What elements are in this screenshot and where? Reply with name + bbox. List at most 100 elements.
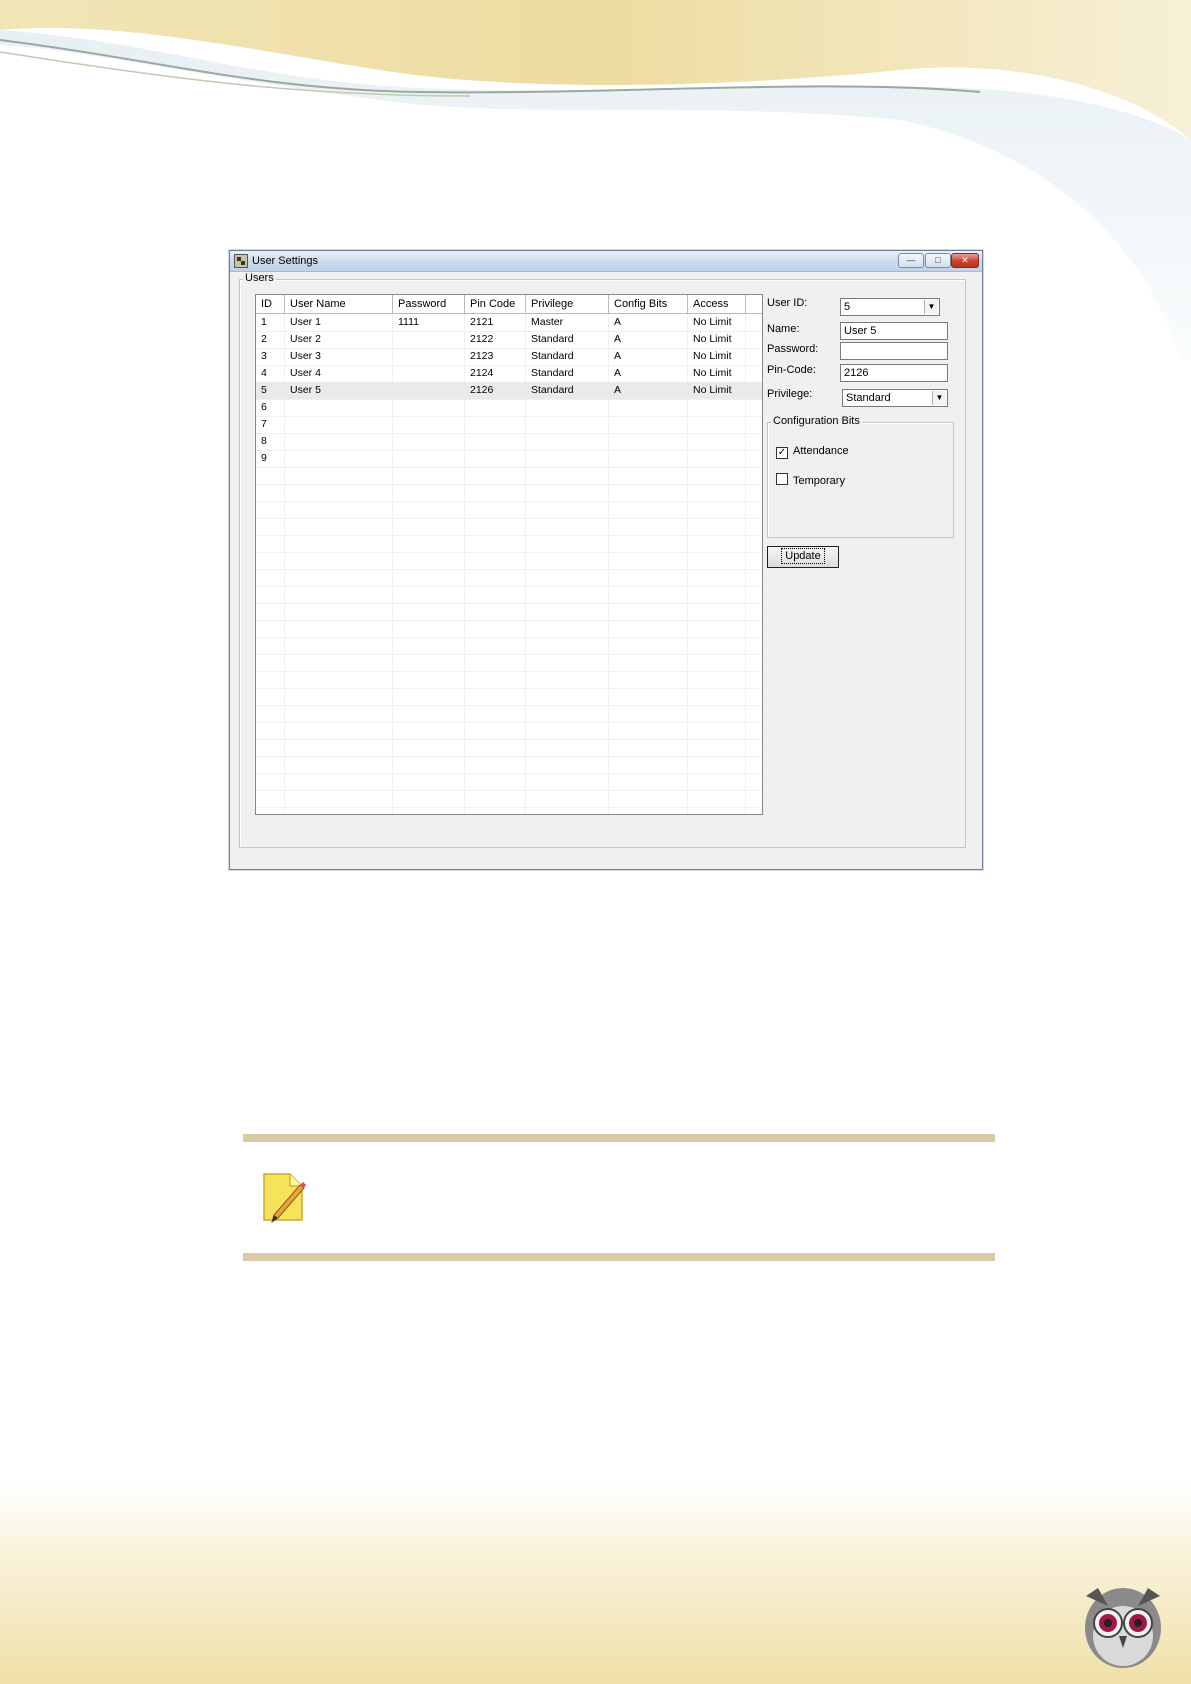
table-cell: A	[614, 384, 622, 396]
name-field[interactable]: User 5	[840, 322, 948, 340]
temporary-checkbox[interactable]	[776, 473, 788, 485]
table-row	[256, 484, 762, 502]
table-cell: A	[614, 367, 622, 379]
password-label: Password:	[767, 343, 819, 355]
table-row	[256, 688, 762, 706]
table-cell: User 3	[290, 350, 321, 362]
table-cell	[285, 433, 290, 450]
table-row[interactable]: 4 User 4 2124 Standard A No Limit	[256, 365, 762, 383]
table-row[interactable]: 1 User 1 1111 2121 Master A No Limit	[256, 314, 762, 332]
table-row	[256, 756, 762, 774]
table-cell	[609, 416, 614, 433]
window-title: User Settings	[252, 255, 319, 267]
table-cell	[285, 399, 290, 416]
table-cell	[393, 331, 398, 348]
column-header[interactable]: Privilege	[526, 295, 609, 313]
table-row[interactable]: 3 User 3 2123 Standard A No Limit	[256, 348, 762, 366]
table-cell: User 2	[290, 333, 321, 345]
table-cell	[285, 450, 290, 467]
chevron-down-icon[interactable]: ▼	[932, 391, 946, 405]
temporary-checkbox-row[interactable]: Temporary	[776, 473, 845, 487]
column-header[interactable]: ID	[256, 295, 285, 313]
table-cell: 2123	[470, 350, 494, 362]
table-cell: 2124	[470, 367, 494, 379]
attendance-checkbox[interactable]: ✓	[776, 447, 788, 459]
table-cell	[688, 416, 693, 433]
table-cell	[393, 450, 398, 467]
pin-code-field[interactable]: 2126	[840, 364, 948, 382]
attendance-checkbox-row[interactable]: ✓ Attendance	[776, 445, 849, 459]
table-cell	[393, 382, 398, 399]
column-header[interactable]: Password	[393, 295, 465, 313]
table-row	[256, 722, 762, 740]
table-cell: 3	[261, 350, 267, 362]
users-list[interactable]: ID User Name Password Pin Code Privilege Conf…	[255, 294, 763, 815]
table-row	[256, 671, 762, 689]
column-header[interactable]: User Name	[285, 295, 393, 313]
table-cell: 2121	[470, 316, 494, 328]
table-cell	[393, 433, 398, 450]
name-label: Name:	[767, 323, 800, 335]
close-button[interactable]: ✕	[951, 253, 979, 268]
maximize-button[interactable]: □	[925, 253, 951, 268]
table-row	[256, 637, 762, 655]
footer-band-decoration	[0, 1480, 1191, 1684]
privilege-label: Privilege:	[767, 388, 813, 400]
table-row	[256, 603, 762, 621]
privilege-combo[interactable]: Standard ▼	[842, 389, 948, 407]
table-row[interactable]: 6	[256, 399, 762, 417]
users-groupbox: Users ID User Name Password Pin Code Privile…	[239, 272, 966, 848]
table-cell	[609, 433, 614, 450]
column-header[interactable]: Access	[688, 295, 746, 313]
table-cell: 1111	[398, 316, 420, 328]
table-row[interactable]: 7	[256, 416, 762, 434]
table-cell	[393, 399, 398, 416]
pin-code-label: Pin-Code:	[767, 364, 816, 376]
table-cell	[393, 348, 398, 365]
table-cell: User 5	[290, 384, 321, 396]
table-row	[256, 790, 762, 808]
table-row	[256, 569, 762, 587]
temporary-label: Temporary	[793, 475, 845, 487]
table-cell	[465, 450, 470, 467]
table-cell: A	[614, 333, 622, 345]
app-settings-icon	[234, 254, 248, 268]
table-cell	[688, 450, 693, 467]
user-settings-window: User Settings — □ ✕ Users ID User Name Pas…	[229, 250, 983, 870]
table-cell: 4	[261, 367, 267, 379]
table-row	[256, 739, 762, 757]
table-cell	[609, 450, 614, 467]
config-bits-groupbox: Configuration Bits ✓ Attendance Temporary	[767, 415, 954, 538]
table-row	[256, 620, 762, 638]
column-header[interactable]: Pin Code	[465, 295, 526, 313]
user-id-combo[interactable]: 5 ▼	[840, 298, 940, 316]
table-cell	[393, 365, 398, 382]
privilege-value: Standard	[846, 392, 891, 404]
table-cell	[688, 433, 693, 450]
table-cell: No Limit	[693, 333, 732, 345]
title-bar[interactable]: User Settings — □ ✕	[230, 251, 982, 272]
table-row	[256, 705, 762, 723]
table-row	[256, 501, 762, 519]
table-cell: 1	[261, 316, 267, 328]
users-group-label: Users	[243, 272, 276, 284]
table-cell	[465, 433, 470, 450]
table-row[interactable]: 2 User 2 2122 Standard A No Limit	[256, 331, 762, 349]
table-cell: 5	[261, 384, 267, 396]
table-cell	[393, 416, 398, 433]
chevron-down-icon[interactable]: ▼	[924, 300, 938, 314]
table-row[interactable]: 9	[256, 450, 762, 468]
user-id-value: 5	[844, 301, 851, 313]
update-button[interactable]: Update	[767, 546, 839, 568]
table-cell	[465, 399, 470, 416]
column-header[interactable]: Config Bits	[609, 295, 688, 313]
table-row[interactable]: 8	[256, 433, 762, 451]
note-pencil-icon	[263, 1173, 306, 1224]
minimize-button[interactable]: —	[898, 253, 924, 268]
table-cell	[526, 416, 531, 433]
password-field[interactable]	[840, 342, 948, 360]
table-cell	[526, 450, 531, 467]
table-cell: User 1	[290, 316, 321, 328]
table-cell: A	[614, 316, 622, 328]
table-row[interactable]: 5 User 5 2126 Standard A No Limit	[256, 382, 762, 400]
